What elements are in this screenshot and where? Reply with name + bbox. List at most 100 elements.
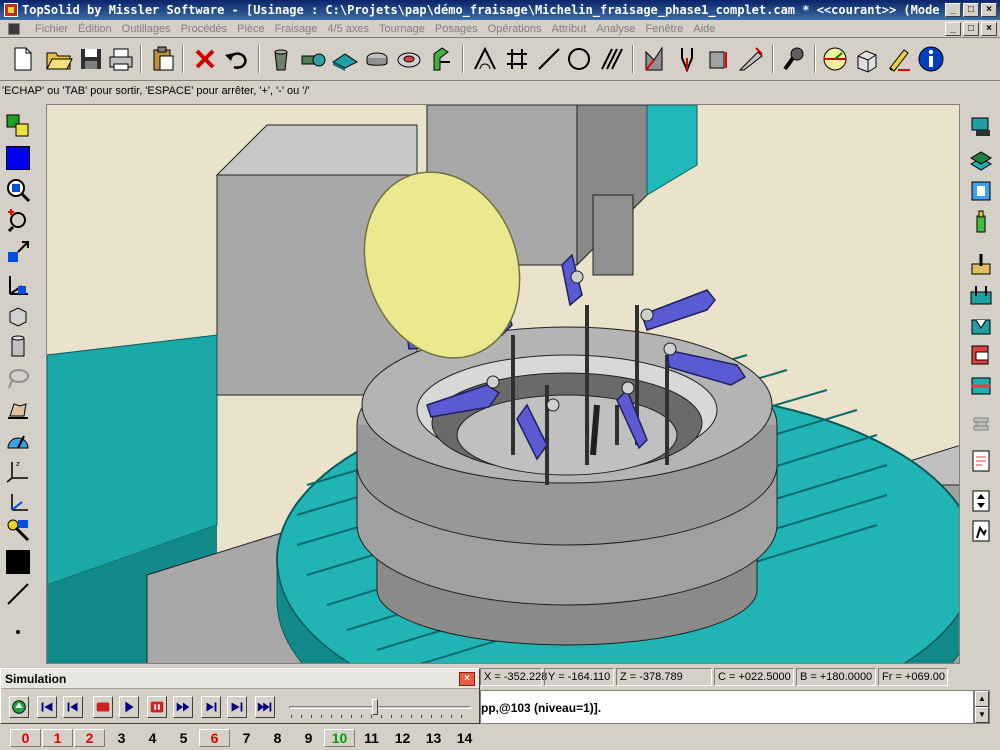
document-icon[interactable] <box>8 22 20 35</box>
milling-icon[interactable] <box>394 44 424 74</box>
3d-viewport[interactable] <box>46 104 960 664</box>
pen-icon[interactable] <box>884 44 914 74</box>
protractor-icon[interactable] <box>4 426 32 454</box>
layer-tab-4[interactable]: 4 <box>137 730 168 746</box>
sim-step-forward-icon[interactable] <box>201 696 221 718</box>
doc-maximize-button[interactable]: □ <box>963 21 979 36</box>
layer-tab-12[interactable]: 12 <box>387 730 418 746</box>
drill-op-icon[interactable] <box>968 252 994 278</box>
sim-reset-icon[interactable] <box>9 696 29 718</box>
print-icon[interactable] <box>106 44 136 74</box>
layer-tab-0[interactable]: 0 <box>10 729 41 747</box>
layer-tab-7[interactable]: 7 <box>231 730 262 746</box>
app-icon[interactable] <box>4 3 18 17</box>
stack-icon[interactable] <box>968 146 994 172</box>
layer-tab-13[interactable]: 13 <box>418 730 449 746</box>
layer-tab-1[interactable]: 1 <box>42 729 73 747</box>
menu-piece[interactable]: Pièce <box>232 23 270 35</box>
sim-last-icon[interactable] <box>255 696 275 718</box>
machining-scene[interactable] <box>47 105 960 664</box>
pocket-op-icon[interactable] <box>968 282 994 308</box>
layer-tab-3[interactable]: 3 <box>106 730 137 746</box>
dimension-icon[interactable] <box>704 44 734 74</box>
sim-fast-forward-icon[interactable] <box>173 696 193 718</box>
zoom-in-icon[interactable] <box>4 206 32 234</box>
sim-stop-icon[interactable] <box>93 696 113 718</box>
save-icon[interactable] <box>76 44 106 74</box>
doc-close-button[interactable]: × <box>981 21 997 36</box>
color-swatch-blue[interactable] <box>6 146 30 170</box>
clamp-icon[interactable] <box>426 44 456 74</box>
layer-tab-8[interactable]: 8 <box>262 730 293 746</box>
sim-step-back-icon[interactable] <box>63 696 83 718</box>
menu-fenetre[interactable]: Fenêtre <box>640 23 688 35</box>
bin-icon[interactable] <box>266 44 296 74</box>
simulation-slider-thumb[interactable] <box>372 699 379 715</box>
open-folder-icon[interactable] <box>44 44 74 74</box>
layer-tab-6[interactable]: 6 <box>199 729 230 747</box>
key-icon[interactable] <box>4 516 32 544</box>
sim-play-icon[interactable] <box>119 696 139 718</box>
bottle-icon[interactable] <box>968 208 994 234</box>
doc-minimize-button[interactable]: _ <box>945 21 961 36</box>
updown-icon[interactable] <box>968 488 994 514</box>
close-button[interactable]: × <box>981 3 997 17</box>
minimize-button[interactable]: _ <box>945 3 961 17</box>
axis-icon[interactable] <box>4 270 32 298</box>
chamfer-op-icon[interactable] <box>968 372 994 398</box>
solid-icon[interactable] <box>4 302 32 330</box>
hand-icon[interactable] <box>4 394 32 422</box>
sheet-icon[interactable] <box>968 448 994 474</box>
dot-style-icon[interactable] <box>4 610 32 638</box>
simulation-slider-track[interactable] <box>289 706 471 709</box>
move-icon[interactable] <box>4 238 32 266</box>
fork-icon[interactable] <box>672 44 702 74</box>
fixture-icon[interactable] <box>330 44 360 74</box>
info-icon[interactable] <box>916 44 946 74</box>
zoom-window-icon[interactable] <box>4 176 32 204</box>
cylinder-icon[interactable] <box>4 332 32 360</box>
tool-icon[interactable] <box>298 44 328 74</box>
color-swatch-black[interactable] <box>6 550 30 574</box>
menu-outillages[interactable]: Outillages <box>117 23 176 35</box>
book-icon[interactable] <box>968 178 994 204</box>
command-output-scrollbar[interactable]: ▲ ▼ <box>974 690 990 724</box>
layer-tab-14[interactable]: 14 <box>449 730 480 746</box>
measure-icon[interactable] <box>736 44 766 74</box>
line-icon[interactable] <box>534 44 564 74</box>
gauge-icon[interactable] <box>820 44 850 74</box>
menu-attribut[interactable]: Attribut <box>546 23 591 35</box>
machine-icon[interactable] <box>968 114 994 140</box>
maximize-button[interactable]: □ <box>963 3 979 17</box>
sim-first-icon[interactable] <box>37 696 57 718</box>
grid-icon[interactable] <box>502 44 532 74</box>
sim-pause-icon[interactable] <box>147 696 167 718</box>
delete-icon[interactable] <box>190 44 220 74</box>
paste-icon[interactable] <box>148 44 178 74</box>
microphone-icon[interactable] <box>780 44 810 74</box>
circle-icon[interactable] <box>564 44 594 74</box>
face-op-icon[interactable] <box>968 342 994 368</box>
lasso-icon[interactable] <box>4 364 32 392</box>
box-icon[interactable] <box>852 44 882 74</box>
simulation-close-button[interactable]: × <box>459 671 475 686</box>
menu-analyse[interactable]: Analyse <box>591 23 640 35</box>
line-style-icon[interactable] <box>4 580 32 608</box>
menu-posages[interactable]: Posages <box>430 23 483 35</box>
menu-tournage[interactable]: Tournage <box>374 23 430 35</box>
contour-op-icon[interactable] <box>968 312 994 338</box>
scroll-down-icon[interactable]: ▼ <box>975 707 989 723</box>
layer-tab-5[interactable]: 5 <box>168 730 199 746</box>
hatch-icon[interactable] <box>596 44 626 74</box>
hand-doc-icon[interactable] <box>968 518 994 544</box>
part-icon[interactable] <box>362 44 392 74</box>
layer-tab-2[interactable]: 2 <box>74 729 105 747</box>
layer-tab-11[interactable]: 11 <box>356 730 387 746</box>
layers-icon[interactable] <box>4 112 32 140</box>
sim-next-icon[interactable] <box>227 696 247 718</box>
layer-tab-10[interactable]: 10 <box>324 729 355 747</box>
menu-edition[interactable]: Édition <box>73 23 117 35</box>
thread-op-icon[interactable] <box>968 412 994 438</box>
undo-icon[interactable] <box>222 44 252 74</box>
angle-icon[interactable] <box>470 44 500 74</box>
